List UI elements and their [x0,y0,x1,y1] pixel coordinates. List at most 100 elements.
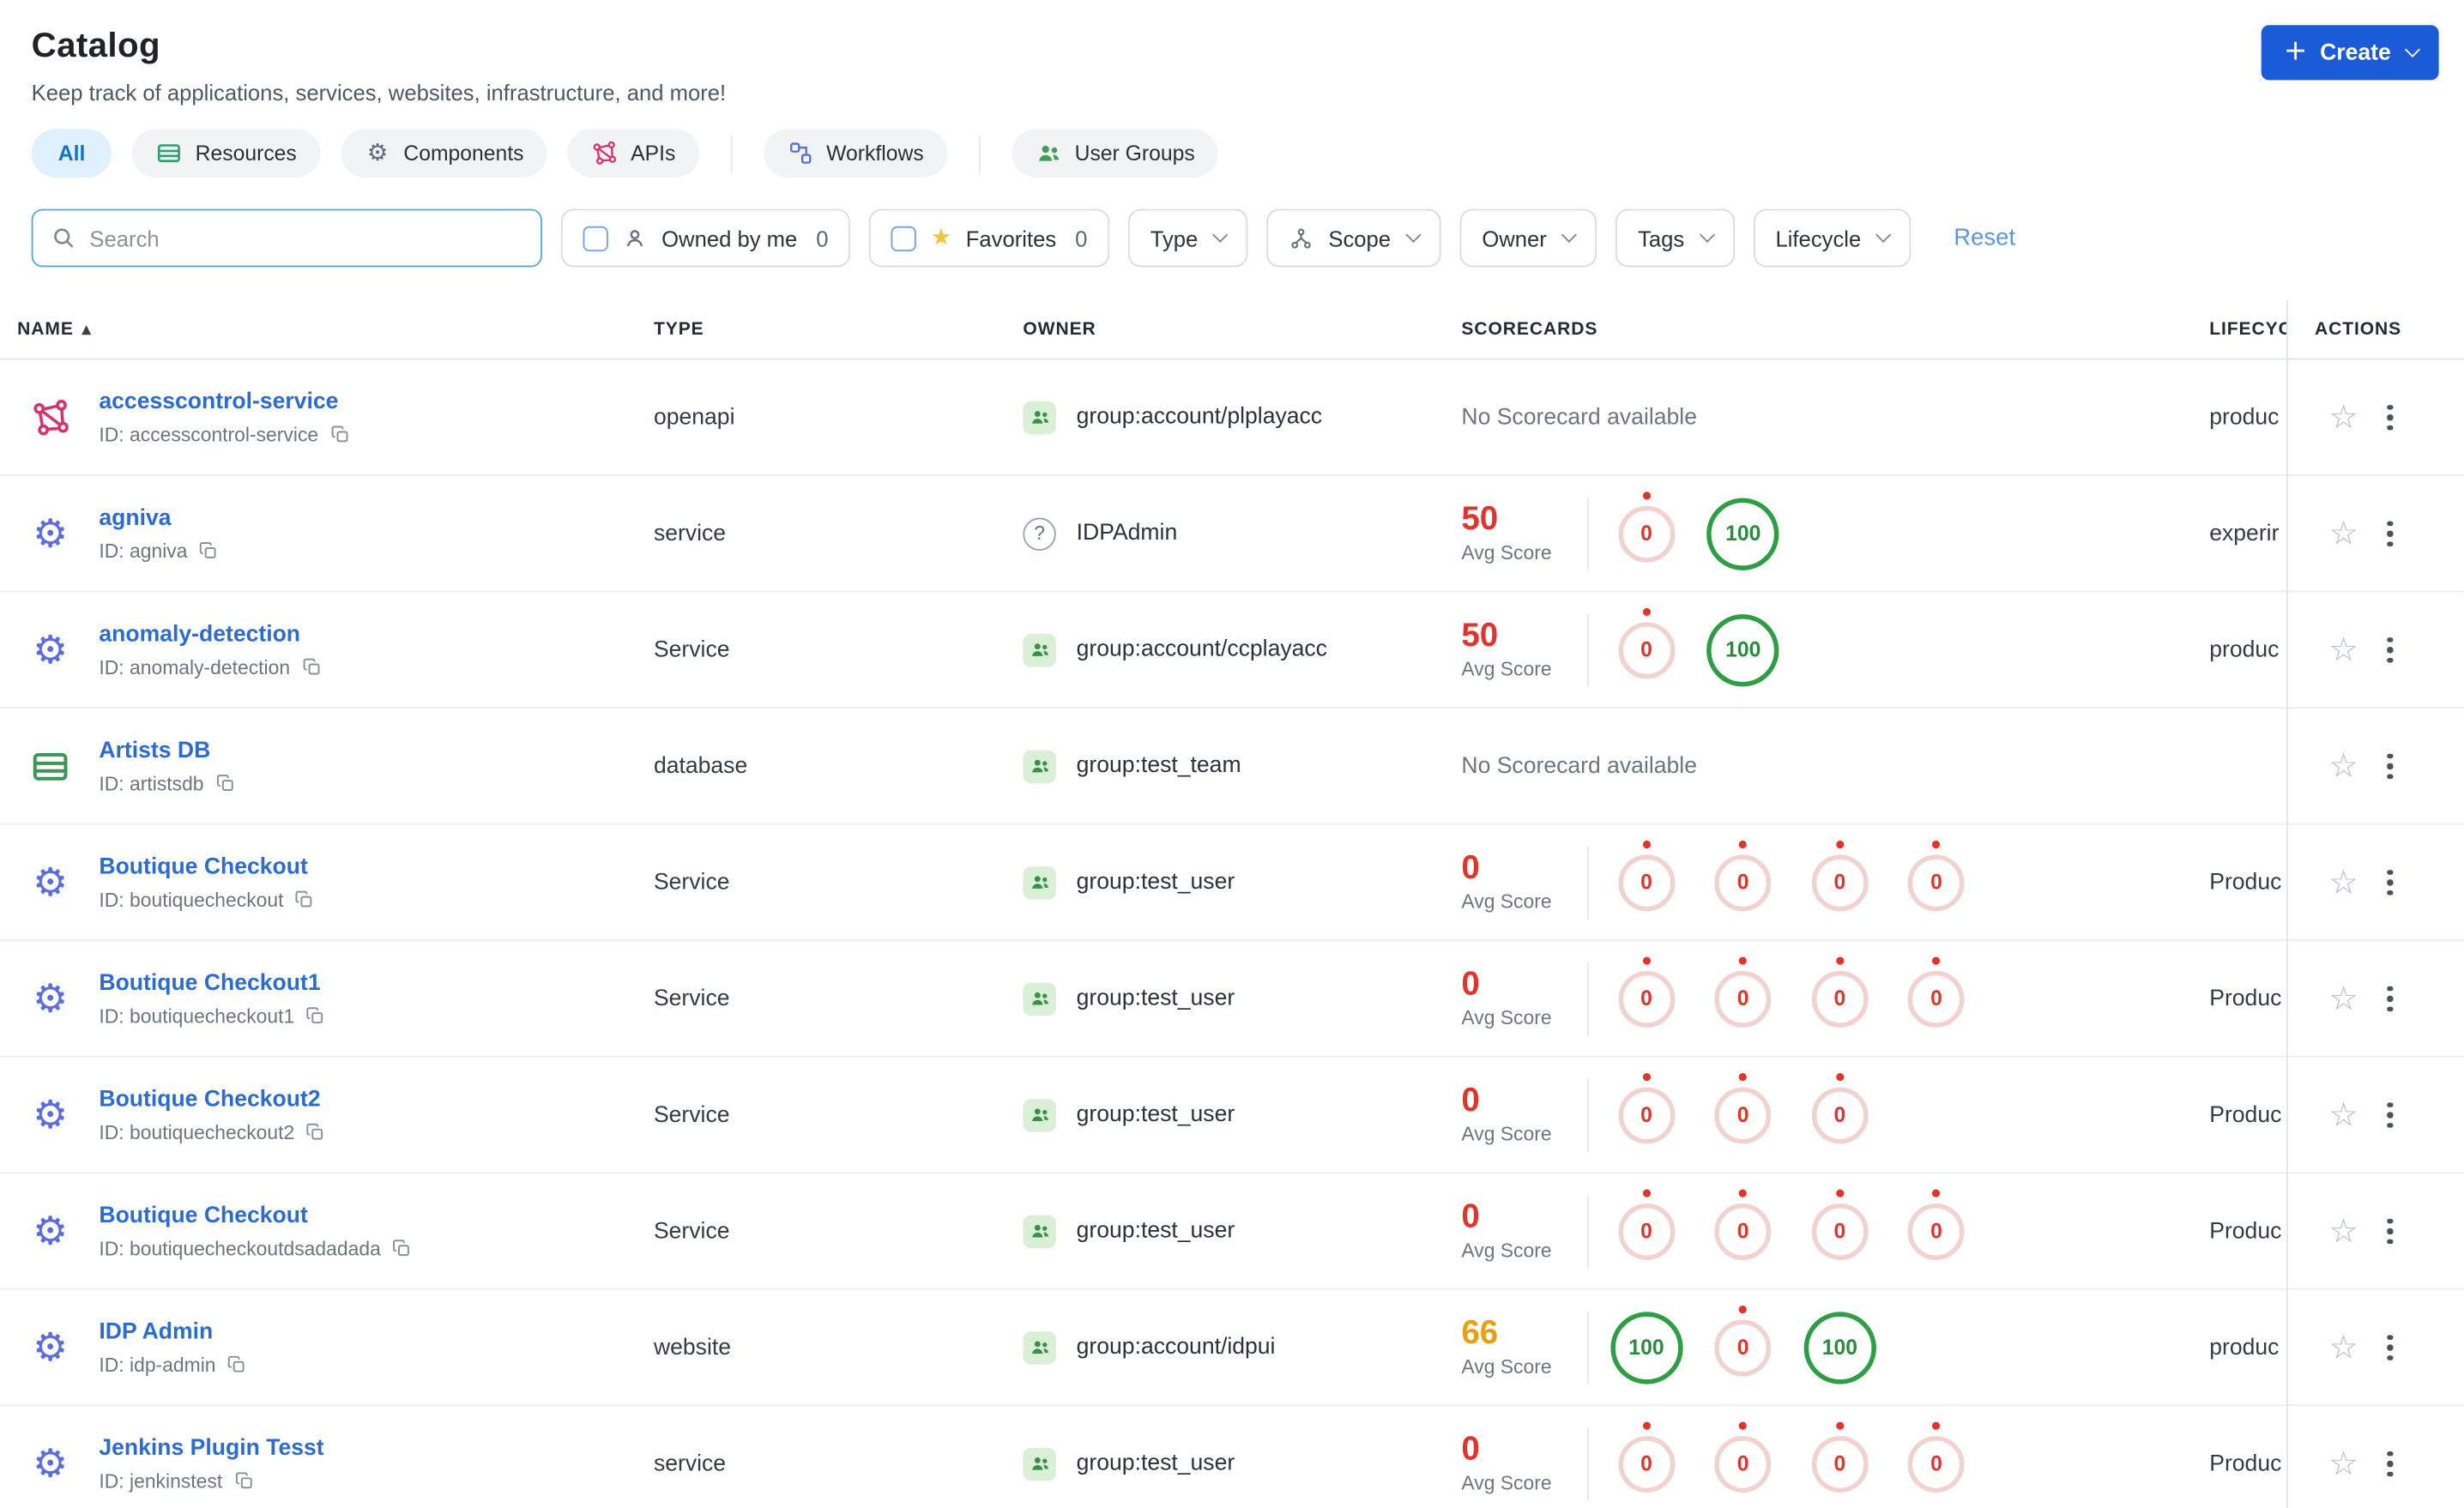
scorecard-badge[interactable]: 0 [1618,491,1676,562]
entity-name-link[interactable]: Boutique Checkout [99,1203,412,1228]
scorecard-badge[interactable]: 0 [1714,956,1772,1027]
scorecard-badge[interactable]: 0 [1908,839,1965,911]
lifecycle-value: produc [2209,1334,2280,1360]
copy-icon[interactable] [392,1238,413,1258]
tab-apis[interactable]: APIs [567,129,699,178]
owner-name: group:test_team [1076,753,1241,779]
kebab-menu-icon[interactable] [2384,401,2396,434]
kebab-menu-icon[interactable] [2384,982,2396,1015]
copy-icon[interactable] [305,1122,326,1143]
scorecard-badge[interactable]: 100 [1706,613,1779,686]
copy-icon[interactable] [305,1005,326,1026]
favorite-star-icon[interactable]: ☆ [2328,1214,2358,1247]
favorite-star-icon[interactable]: ☆ [2328,632,2358,666]
scorecard-badge[interactable]: 0 [1618,1421,1676,1493]
favorite-star-icon[interactable]: ☆ [2328,516,2358,550]
tab-user-groups[interactable]: User Groups [1012,129,1219,178]
scorecard-badge[interactable]: 0 [1811,1421,1869,1493]
entity-name-link[interactable]: agniva [99,505,219,530]
copy-icon[interactable] [294,890,315,910]
copy-icon[interactable] [301,657,322,678]
scorecard-badge[interactable]: 0 [1618,1188,1676,1260]
scorecard-badge[interactable]: 0 [1714,1188,1772,1260]
search-box[interactable] [31,208,542,268]
entity-name-link[interactable]: anomaly-detection [99,621,321,646]
copy-icon[interactable] [233,1470,254,1491]
favorite-star-icon[interactable]: ☆ [2328,749,2358,782]
badge-value: 0 [1930,1451,1942,1475]
favorite-star-icon[interactable]: ☆ [2328,1446,2358,1480]
copy-icon[interactable] [329,425,350,445]
avg-score-label: Avg Score [1461,1472,1552,1494]
search-input[interactable] [89,225,523,251]
scorecard-badge[interactable]: 0 [1714,839,1772,911]
entity-name-link[interactable]: Artists DB [99,738,235,763]
favorite-star-icon[interactable]: ☆ [2328,1330,2358,1363]
tab-workflows[interactable]: Workflows [763,129,948,178]
entity-name-link[interactable]: IDP Admin [99,1319,247,1344]
owned-by-me-filter[interactable]: Owned by me 0 [560,208,851,268]
entity-name-block: Artists DB ID: artistsdb [99,738,235,794]
favorite-star-icon[interactable]: ☆ [2328,400,2358,433]
copy-icon[interactable] [226,1354,247,1375]
scorecard-badge[interactable]: 0 [1908,1188,1965,1260]
kebab-menu-icon[interactable] [2384,1099,2396,1131]
owner-filter-dropdown[interactable]: Owner [1459,208,1597,268]
create-button[interactable]: + Create [2262,25,2439,81]
scorecard-badge[interactable]: 0 [1714,1421,1772,1493]
tab-resources[interactable]: Resources [132,129,321,178]
column-header-actions: ACTIONS [2314,319,2402,339]
scorecard-badge[interactable]: 0 [1714,1072,1772,1143]
scorecard-badge[interactable]: 0 [1618,1072,1676,1143]
favorite-star-icon[interactable]: ☆ [2328,1097,2358,1131]
owned-by-me-checkbox[interactable] [583,225,608,251]
lifecycle-filter-dropdown[interactable]: Lifecycle [1753,208,1911,268]
scorecard-badge[interactable]: 100 [1803,1311,1876,1384]
reset-filters-button[interactable]: Reset [1954,225,2015,251]
entity-name-link[interactable]: accesscontrol-service [99,389,349,413]
scorecards-cell: 0 Avg Score 0 0 0 [1461,1058,1887,1173]
scorecards-cell: 50 Avg Score 0 100 [1461,593,1791,708]
tags-filter-dropdown[interactable]: Tags [1615,208,1735,268]
scorecard-badge[interactable]: 0 [1811,1188,1869,1260]
scorecard-badge[interactable]: 0 [1714,1305,1772,1376]
tab-all[interactable]: All [31,129,112,178]
scorecard-badge[interactable]: 0 [1811,839,1869,911]
column-header-name[interactable]: NAME ▲ [17,320,92,339]
scorecard-badge[interactable]: 0 [1618,606,1676,679]
entity-type: openapi [653,404,735,430]
scorecard-badge[interactable]: 0 [1618,956,1676,1027]
type-filter-dropdown[interactable]: Type [1128,208,1248,268]
avg-score-label: Avg Score [1461,1007,1552,1029]
kebab-menu-icon[interactable] [2384,1331,2396,1364]
copy-icon[interactable] [214,773,235,793]
scorecard-badge[interactable]: 0 [1811,956,1869,1027]
scorecard-badge[interactable]: 0 [1908,1421,1965,1493]
scorecard-badge[interactable]: 100 [1706,497,1779,570]
kebab-menu-icon[interactable] [2384,634,2396,667]
copy-icon[interactable] [198,540,219,561]
chevron-down-icon [1875,226,1892,243]
favorites-filter[interactable]: ★ Favorites 0 [869,208,1110,268]
scorecard-badge[interactable]: 0 [1811,1072,1869,1143]
trend-dot-icon [1835,1188,1844,1197]
entity-name-link[interactable]: Jenkins Plugin Tesst [99,1435,323,1460]
kebab-menu-icon[interactable] [2384,1447,2396,1480]
entity-name-link[interactable]: Boutique Checkout1 [99,970,325,995]
kebab-menu-icon[interactable] [2384,750,2396,782]
kebab-menu-icon[interactable] [2384,517,2396,550]
favorites-checkbox[interactable] [891,225,917,251]
kebab-menu-icon[interactable] [2384,866,2396,899]
scorecard-badge[interactable]: 100 [1609,1311,1683,1384]
scorecard-badge[interactable]: 0 [1908,956,1965,1027]
entity-name-link[interactable]: Boutique Checkout [99,854,315,878]
chevron-down-icon [1405,226,1422,243]
entity-name-link[interactable]: Boutique Checkout2 [99,1087,325,1112]
favorite-star-icon[interactable]: ☆ [2328,865,2358,898]
tab-components[interactable]: ⚙ Components [341,129,548,178]
scorecard-badge[interactable]: 0 [1618,839,1676,911]
favorite-star-icon[interactable]: ☆ [2328,981,2358,1015]
scope-filter-dropdown[interactable]: Scope [1266,208,1441,268]
kebab-menu-icon[interactable] [2384,1215,2396,1247]
entity-owner: group:test_user [1023,866,1235,899]
